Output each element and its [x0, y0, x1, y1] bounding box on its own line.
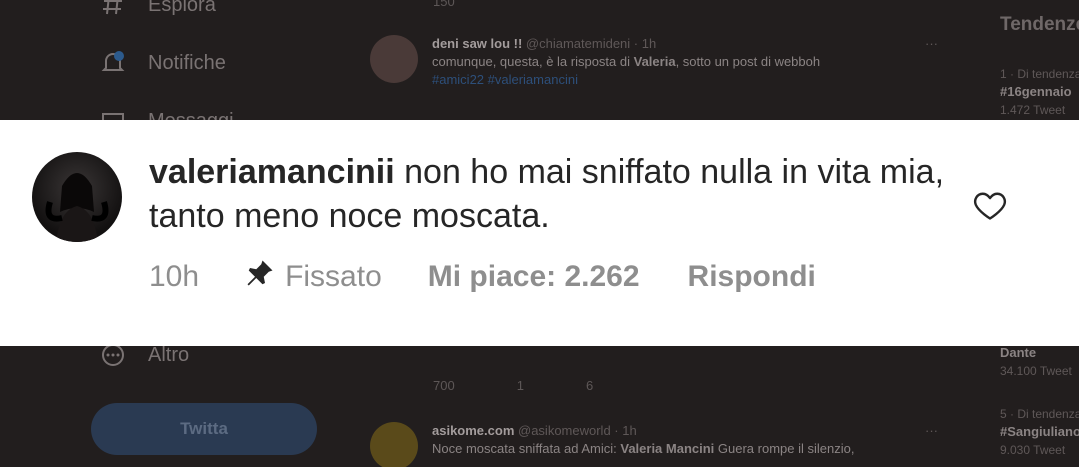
- trend-meta: 5 · Di tendenza: [1000, 407, 1079, 421]
- trends-title: Tendenze: [1000, 14, 1079, 35]
- sidebar-item-label: Notifiche: [148, 51, 226, 74]
- tweet-1[interactable]: deni saw lou !! @chiamatemideni · 1h com…: [370, 35, 950, 90]
- sidebar-item-label: Esplora: [148, 0, 216, 16]
- trend-count: 34.100 Tweet: [1000, 363, 1072, 378]
- tweet-stats-top: 150: [433, 0, 455, 9]
- sidebar-item-label: Altro: [148, 343, 190, 366]
- tweet-handle: @asikomeworld · 1h: [518, 423, 637, 438]
- replies-count[interactable]: 1: [517, 378, 524, 393]
- tweet-button[interactable]: Twitta: [91, 403, 317, 455]
- comment-meta: 10h Fissato Mi piace: 2.262 Rispondi: [149, 258, 816, 296]
- more-options-icon[interactable]: ···: [925, 35, 938, 53]
- reply-button[interactable]: Rispondi: [688, 260, 816, 294]
- trend-count: 1.472 Tweet: [1000, 103, 1066, 118]
- tweet-text-end: Guera rompe il silenzio,: [714, 441, 855, 457]
- likes-count[interactable]: Mi piace: 2.262: [428, 260, 640, 294]
- sidebar-item-explore[interactable]: Esplora: [100, 0, 216, 18]
- trend-name: Dante: [1000, 345, 1037, 360]
- comment-text: valeriamancinii non ho mai sniffato null…: [149, 150, 949, 238]
- more-options-icon[interactable]: ···: [925, 422, 938, 440]
- trend-count: 9.030 Tweet: [1000, 443, 1066, 458]
- hashtag-icon: [100, 0, 126, 18]
- pin-icon: [245, 258, 275, 296]
- trend-item[interactable]: Dante 34.100 Tweet: [1000, 344, 1072, 380]
- tweet-text-end: , sotto un post di webboh: [675, 54, 821, 70]
- trend-item[interactable]: 5 · Di tendenza #Sangiuliano 9.030 Tweet: [1000, 406, 1079, 460]
- comment-card: valeriamancinii non ho mai sniffato null…: [0, 120, 1079, 346]
- pinned-label: Fissato: [285, 260, 382, 293]
- trend-meta: 1 · Di tendenza: [1000, 67, 1079, 81]
- views-count: 150: [433, 0, 455, 9]
- tweet-text-start: Noce moscata sniffata ad Amici:: [432, 441, 621, 457]
- tweet-author: asikome.com: [432, 423, 515, 438]
- tweet-stats: 700 1 6: [433, 378, 593, 393]
- trend-name: #16gennaio: [1000, 84, 1072, 100]
- bell-icon: [100, 50, 126, 76]
- comment-time: 10h: [149, 260, 200, 293]
- trend-name: #Sangiuliano: [1000, 424, 1079, 440]
- likes-count[interactable]: 6: [586, 378, 593, 393]
- tweet-handle: @chiamatemideni · 1h: [525, 36, 657, 51]
- avatar[interactable]: [32, 152, 122, 242]
- heart-icon[interactable]: [972, 187, 1008, 223]
- pinned-indicator: Fissato: [245, 258, 382, 296]
- comment-username[interactable]: valeriamancinii: [149, 153, 395, 191]
- tweet-author: deni saw lou !!: [432, 36, 523, 51]
- tweet-hashtags[interactable]: #amici22 #valeriamancini: [432, 72, 578, 87]
- tweet-text-bold: Valeria: [633, 54, 676, 70]
- sidebar-item-notifications[interactable]: Notifiche: [100, 50, 226, 76]
- tweet-text-start: comunque, questa, è la risposta di: [432, 54, 634, 70]
- trend-item[interactable]: 1 · Di tendenza #16gennaio 1.472 Tweet: [1000, 66, 1079, 120]
- views-count[interactable]: 700: [433, 378, 455, 393]
- avatar: [370, 35, 418, 83]
- tweet-2[interactable]: asikome.com @asikomeworld · 1h Noce mosc…: [370, 422, 950, 467]
- tweet-text-bold: Valeria Mancini: [620, 441, 715, 457]
- avatar: [370, 422, 418, 467]
